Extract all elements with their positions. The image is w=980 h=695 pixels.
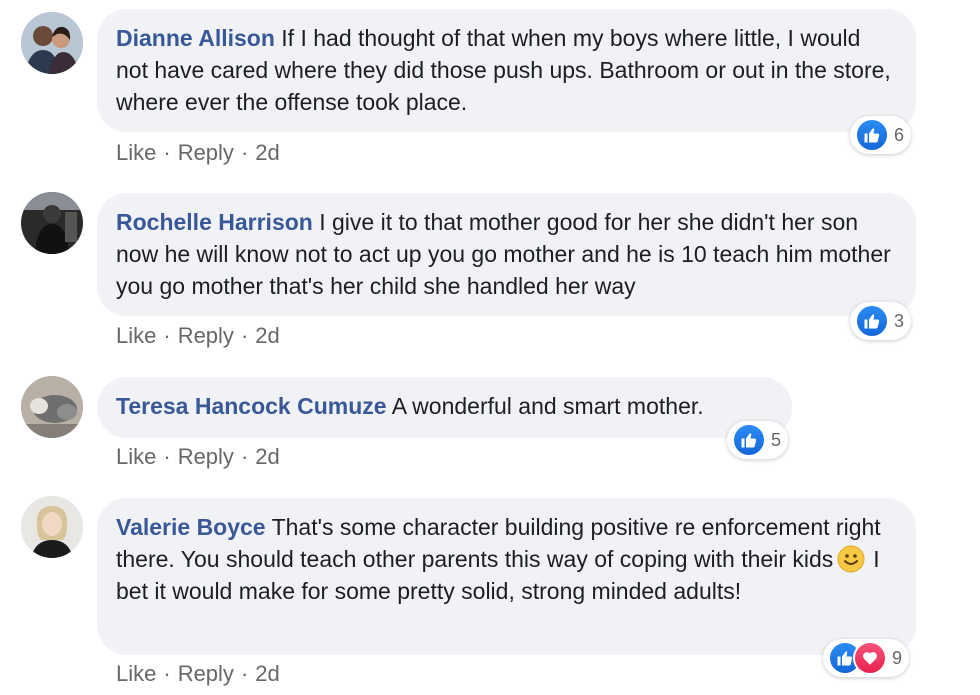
timestamp[interactable]: 2d <box>255 444 279 470</box>
comment-actions: Like · Reply · 2d <box>116 323 280 349</box>
reaction-summary[interactable]: 6 <box>850 116 912 154</box>
reaction-summary[interactable]: 9 <box>823 639 910 677</box>
separator: · <box>240 661 249 686</box>
comment-bubble: Rochelle Harrison I give it to that moth… <box>97 193 916 316</box>
reply-link[interactable]: Reply <box>178 323 234 349</box>
timestamp[interactable]: 2d <box>255 661 279 687</box>
like-icon <box>855 304 889 338</box>
author-name[interactable]: Valerie Boyce <box>116 514 266 540</box>
comment-bubble: Valerie Boyce That's some character buil… <box>97 498 916 655</box>
reply-link[interactable]: Reply <box>178 661 234 687</box>
like-link[interactable]: Like <box>116 140 156 166</box>
like-link[interactable]: Like <box>116 444 156 470</box>
reaction-count: 9 <box>892 647 903 668</box>
reply-link[interactable]: Reply <box>178 444 234 470</box>
avatar[interactable] <box>21 12 83 74</box>
like-icon <box>855 118 889 152</box>
separator: · <box>163 323 171 348</box>
separator: · <box>240 140 249 165</box>
like-link[interactable]: Like <box>116 661 156 687</box>
timestamp[interactable]: 2d <box>255 140 279 166</box>
reaction-count: 5 <box>771 429 782 450</box>
author-name[interactable]: Rochelle Harrison <box>116 209 313 235</box>
like-icon <box>732 423 766 457</box>
comment-actions: Like · Reply · 2d <box>116 444 280 470</box>
separator: · <box>240 444 249 469</box>
reaction-count: 3 <box>894 310 905 331</box>
reaction-summary[interactable]: 5 <box>727 421 789 459</box>
comment-text: A wonderful and smart mother. <box>391 393 704 419</box>
comment-actions: Like · Reply · 2d <box>116 140 280 166</box>
love-icon <box>853 641 887 675</box>
comment-actions: Like · Reply · 2d <box>116 661 280 687</box>
reaction-summary[interactable]: 3 <box>850 302 912 340</box>
like-link[interactable]: Like <box>116 323 156 349</box>
separator: · <box>163 140 171 165</box>
author-name[interactable]: Teresa Hancock Cumuze <box>116 393 387 419</box>
avatar[interactable] <box>21 192 83 254</box>
avatar[interactable] <box>21 376 83 438</box>
comment-bubble: Teresa Hancock Cumuze A wonderful and sm… <box>97 377 792 438</box>
separator: · <box>163 444 171 469</box>
reaction-count: 6 <box>894 124 905 145</box>
author-name[interactable]: Dianne Allison <box>116 25 275 51</box>
avatar[interactable] <box>21 496 83 558</box>
timestamp[interactable]: 2d <box>255 323 279 349</box>
reply-link[interactable]: Reply <box>178 140 234 166</box>
separator: · <box>163 661 171 686</box>
separator: · <box>240 323 249 348</box>
smile-emoji-icon <box>837 545 865 573</box>
comment-bubble: Dianne Allison If I had thought of that … <box>97 9 916 132</box>
